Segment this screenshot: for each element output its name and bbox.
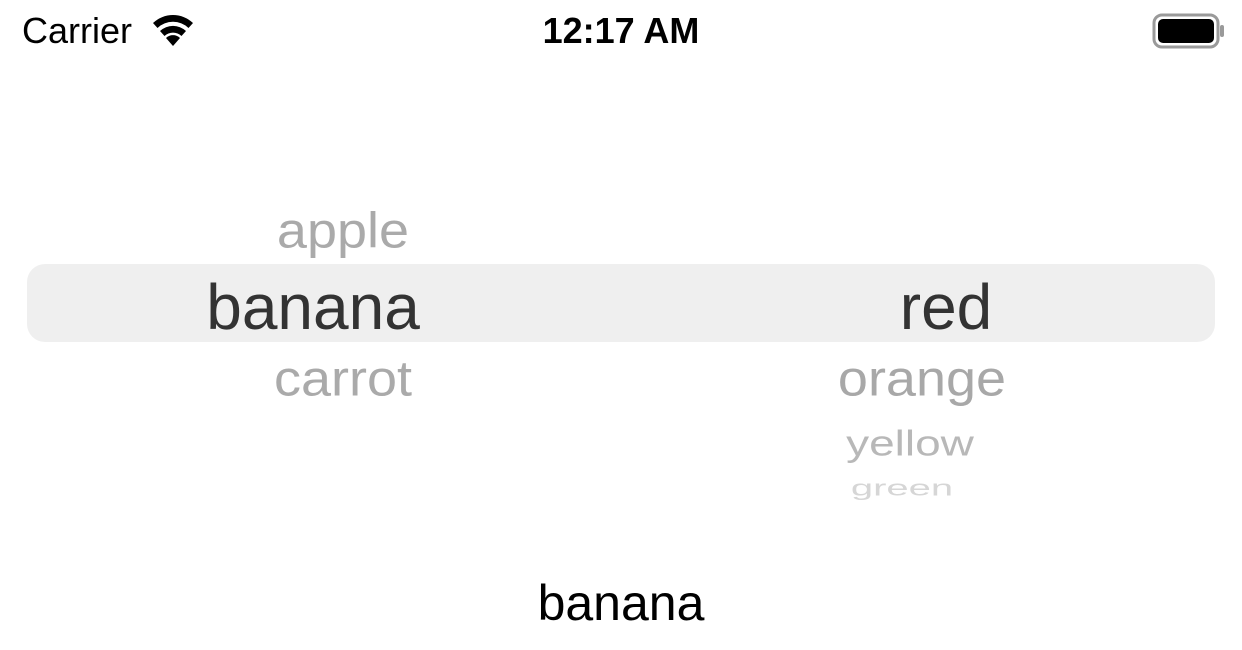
fruit-color-picker[interactable]: apple banana carrot red orange yellow gr… — [0, 180, 1242, 520]
picker-row-carrot[interactable]: carrot — [168, 350, 518, 407]
picker-row-red-selected[interactable]: red — [756, 270, 1136, 344]
status-bar: Carrier 12:17 AM — [0, 0, 1242, 66]
picker-row-apple[interactable]: apple — [168, 202, 518, 259]
picker-row-yellow[interactable]: yellow — [720, 422, 1100, 464]
picker-column-fruit[interactable]: apple banana carrot — [150, 180, 500, 520]
battery-icon — [1152, 13, 1224, 49]
screen: Carrier 12:17 AM apple banana carrot red… — [0, 0, 1242, 650]
selected-value-label: banana — [537, 575, 705, 631]
picker-row-green[interactable]: green — [712, 476, 1092, 501]
status-time: 12:17 AM — [542, 10, 700, 51]
picker-column-color[interactable]: red orange yellow green — [760, 180, 1140, 520]
picker-row-orange[interactable]: orange — [732, 350, 1112, 407]
picker-row-banana-selected[interactable]: banana — [138, 270, 488, 344]
